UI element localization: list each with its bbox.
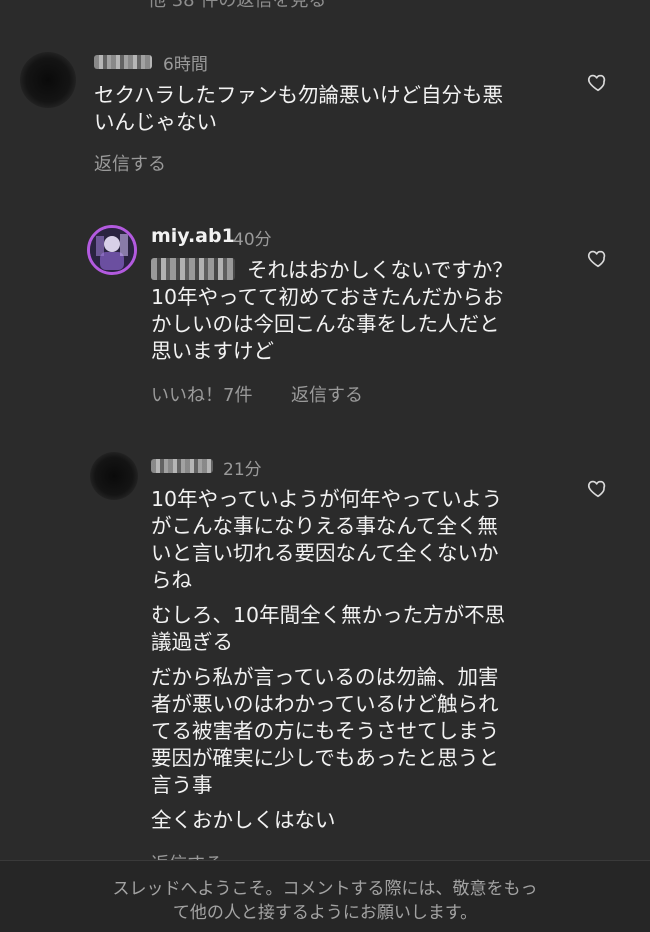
heart-outline-icon[interactable]	[587, 247, 609, 269]
comment-timestamp: 40分	[233, 230, 272, 250]
comment-line: らね	[151, 568, 192, 592]
comment-timestamp: 21分	[223, 460, 262, 480]
username[interactable]: miy.ab1	[151, 225, 235, 247]
heart-outline-icon[interactable]	[587, 71, 609, 93]
comment-paragraph: むしろ、10年間全く無かった方が不思 議過ぎる	[151, 602, 591, 656]
heart-outline-icon[interactable]	[587, 477, 609, 499]
comment-line: 10年やっていようが何年やっていよう	[151, 487, 503, 511]
avatar[interactable]	[20, 52, 76, 108]
mention-blurred[interactable]	[151, 258, 235, 280]
comment-text: セクハラしたファンも勿論悪いけど自分も悪 いんじゃない	[94, 82, 564, 136]
comment-line: がこんな事になりえる事なんて全く無	[151, 514, 498, 538]
comment-line: 要因が確実に少しでもあったと思うと	[151, 746, 499, 770]
avatar[interactable]	[90, 452, 138, 500]
comment-paragraph: 10年やっていようが何年やっていよう がこんな事になりえる事なんて全く無 いと言…	[151, 486, 591, 594]
guidelines-line: スレッドへようこそ。コメントする際には、敬意をもっ	[112, 879, 538, 899]
guidelines-text: スレッドへようこそ。コメントする際には、敬意をもっ て他の人と接するようにお願い…	[0, 877, 650, 925]
comment-line: セクハラしたファンも勿論悪いけど自分も悪	[94, 83, 503, 107]
username-blurred[interactable]	[151, 459, 213, 473]
avatar-miy-ab1[interactable]	[87, 225, 137, 275]
reply-button[interactable]: 返信する	[94, 150, 166, 176]
reply-button[interactable]: 返信する	[291, 381, 363, 407]
comment-line: 者が悪いのはわかっているけど触られ	[151, 692, 499, 716]
comment-timestamp: 6時間	[163, 55, 208, 75]
comment-paragraph: 全くおかしくはない	[151, 807, 591, 834]
comment-text: 10年やっていようが何年やっていよう がこんな事になりえる事なんて全く無 いと言…	[151, 486, 591, 842]
comment-line: かしいのは今回こんな事をした人だと	[151, 312, 500, 336]
view-more-replies-link[interactable]: 他 38 件の返信を見る	[148, 0, 326, 12]
username-blurred[interactable]	[94, 55, 152, 69]
comment-line: 10年やってて初めておきたんだからお	[151, 285, 504, 309]
comment-paragraph: だから私が言っているのは勿論、加害 者が悪いのはわかっているけど触られ てる被害…	[151, 664, 591, 799]
likes-count[interactable]: いいね！7件	[151, 381, 252, 407]
comment-line: いんじゃない	[94, 110, 217, 134]
comment-first-line: それはおかしくないですか？	[151, 257, 591, 284]
comment-line: だから私が言っているのは勿論、加害	[151, 665, 499, 689]
comment-line: むしろ、10年間全く無かった方が不思	[151, 603, 506, 627]
comment-line: 思いますけど	[151, 339, 274, 363]
comment-line: 議過ぎる	[151, 630, 233, 654]
avatar-image	[90, 228, 134, 272]
comment-text: それはおかしくないですか？ 10年やってて初めておきたんだからお かしいのは今回…	[151, 257, 591, 365]
comment-line: 言う事	[151, 773, 213, 797]
comment-guidelines-bar: スレッドへようこそ。コメントする際には、敬意をもっ て他の人と接するようにお願い…	[0, 860, 650, 932]
comment-line: いと言い切れる要因なんて全くないか	[151, 541, 499, 565]
guidelines-line: て他の人と接するようにお願いします。	[172, 903, 478, 923]
comment-line: 全くおかしくはない	[151, 808, 336, 832]
comment-line: それはおかしくないですか？	[247, 258, 513, 282]
comment-line: てる被害者の方にもそうさせてしまう	[151, 719, 500, 743]
